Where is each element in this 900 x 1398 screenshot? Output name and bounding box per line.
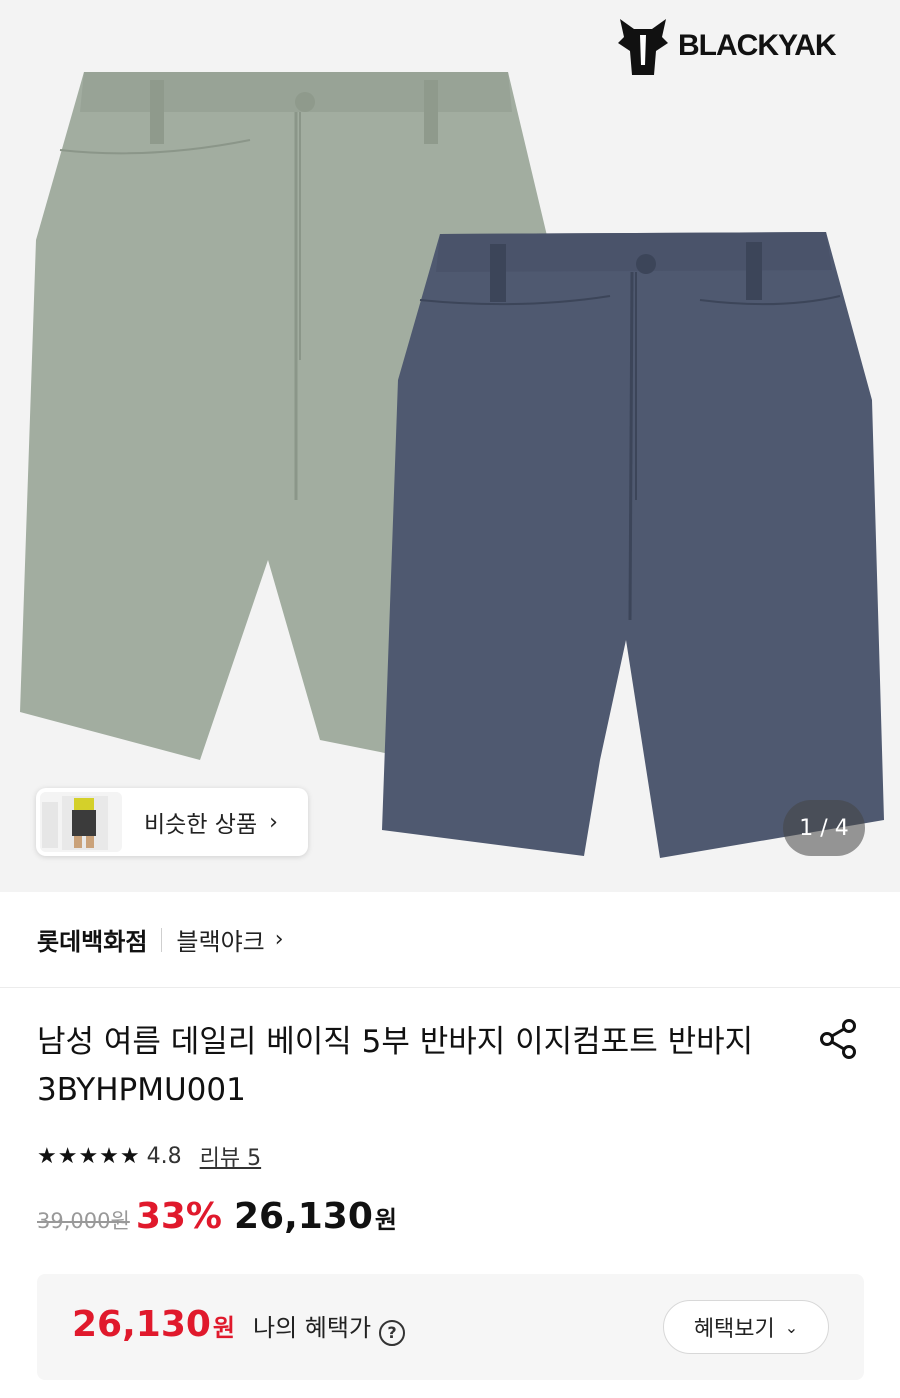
product-image: [20, 72, 884, 858]
price-row: 39,000원 33% 26,130 원: [37, 1196, 397, 1237]
rating-row: ★★★★★ 4.8 리뷰 5: [37, 1140, 261, 1172]
product-image-gallery[interactable]: BLACKYAK 비슷한 상품 › 1 / 4: [0, 0, 900, 892]
similar-product-thumbnail: [40, 792, 122, 852]
store-name[interactable]: 롯데백화점: [37, 922, 147, 957]
chevron-down-icon: ⌄: [784, 1317, 799, 1337]
similar-products-button[interactable]: 비슷한 상품 ›: [36, 788, 308, 856]
image-pager-indicator: 1 / 4: [783, 800, 865, 856]
discount-rate: 33%: [135, 1196, 222, 1237]
yak-logo-icon: [618, 19, 668, 75]
review-link[interactable]: 리뷰 5: [200, 1140, 261, 1172]
help-icon[interactable]: ?: [379, 1319, 406, 1346]
rating-value: 4.8: [146, 1143, 182, 1169]
brand-logo: BLACKYAK: [612, 12, 837, 80]
benefit-price: 26,130 원 나의 혜택가 ?: [72, 1304, 406, 1346]
share-icon[interactable]: [818, 1018, 860, 1060]
brand-link[interactable]: 블랙야크: [176, 922, 264, 957]
chevron-right-icon: ›: [269, 809, 278, 835]
benefit-price-label: 나의 혜택가: [253, 1314, 372, 1342]
chevron-right-icon[interactable]: ›: [275, 927, 284, 952]
sale-price-currency: 원: [374, 1206, 397, 1234]
brand-logo-text: BLACKYAK: [678, 29, 837, 62]
benefit-price-value: 26,130: [72, 1304, 211, 1345]
divider: [161, 927, 163, 952]
store-breadcrumb: 롯데백화점 블랙야크 ›: [0, 892, 900, 988]
product-title: 남성 여름 데일리 베이직 5부 반바지 이지컴포트 반바지 3BYHPMU00…: [37, 1024, 754, 1108]
similar-products-label: 비슷한 상품: [144, 812, 258, 838]
benefit-price-currency: 원: [212, 1314, 236, 1342]
benefit-price-box: 26,130 원 나의 혜택가 ? 혜택보기 ⌄: [37, 1274, 864, 1380]
original-price: 39,000원: [37, 1209, 130, 1233]
view-benefits-button[interactable]: 혜택보기 ⌄: [663, 1300, 829, 1354]
star-rating-icon: ★★★★★: [37, 1143, 141, 1169]
view-benefits-label: 혜택보기: [693, 1317, 775, 1342]
sale-price: 26,130: [233, 1196, 373, 1237]
